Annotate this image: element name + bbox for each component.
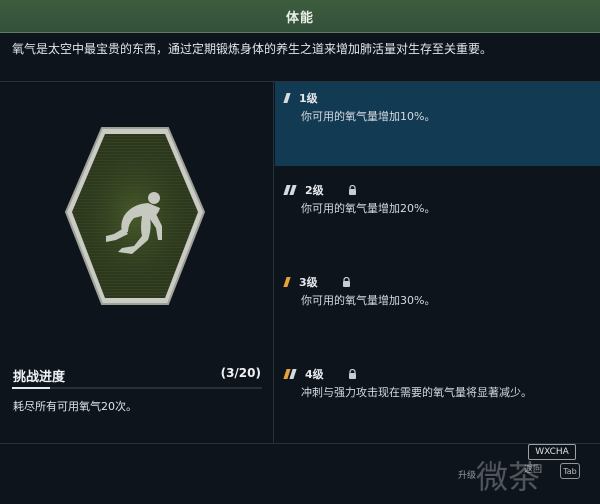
level-tick-icon (289, 369, 297, 379)
tab-key-icon[interactable]: Tab (560, 463, 580, 479)
challenge-progress-fill (12, 387, 50, 389)
level-tick-icon (289, 185, 297, 195)
skill-description: 氧气是太空中最宝贵的东西，通过定期锻炼身体的养生之道来增加肺活量对生存至关重要。 (12, 42, 493, 56)
back-hint[interactable]: 返回 (524, 462, 542, 475)
level-item-2[interactable]: 2级 你可用的氧气量增加20%。 (275, 174, 600, 258)
skill-panel: 体能 氧气是太空中最宝贵的东西，通过定期锻炼身体的养生之道来增加肺活量对生存至关… (0, 0, 600, 504)
challenge-count: (3/20) (220, 366, 261, 380)
level-item-3[interactable]: 3级 你可用的氧气量增加30%。 (275, 266, 600, 350)
skill-badge-icon (64, 127, 206, 305)
lock-icon (348, 185, 356, 195)
lock-icon (348, 369, 356, 379)
level-name: 3级 (299, 276, 318, 289)
challenge-description: 耗尽所有可用氧气20次。 (13, 400, 137, 413)
challenge-progress-bar (12, 387, 262, 389)
level-list: 1级 你可用的氧气量增加10%。 2级 你可用的氧气量增加20%。 3级 你可用… (275, 82, 600, 443)
challenge-title: 挑战进度 (13, 370, 66, 385)
level-description: 你可用的氧气量增加20%。 (301, 202, 436, 215)
level-item-1[interactable]: 1级 你可用的氧气量增加10%。 (275, 82, 600, 166)
level-header: 3级 (283, 274, 351, 290)
level-description: 你可用的氧气量增加30%。 (301, 294, 436, 307)
level-header: 2级 (283, 182, 357, 198)
level-header: 1级 (283, 90, 318, 106)
level-header: 4级 (283, 366, 357, 382)
level-name: 4级 (305, 368, 324, 381)
content-area: 挑战进度 (3/20) 耗尽所有可用氧气20次。 1级 你可用的氧气量增加10%… (0, 81, 600, 444)
title-bar: 体能 (0, 0, 600, 33)
level-description: 你可用的氧气量增加10%。 (301, 110, 436, 123)
level-name: 2级 (305, 184, 324, 197)
level-name: 1级 (299, 92, 318, 105)
upgrade-hint[interactable]: 升级 (458, 468, 476, 481)
lock-icon (342, 277, 350, 287)
watermark-badge: WXCHA (528, 444, 576, 460)
panel-title: 体能 (285, 10, 314, 26)
level-tick-icon (283, 93, 291, 103)
level-description: 冲刺与强力攻击现在需要的氧气量将显著减少。 (301, 386, 532, 399)
level-item-4[interactable]: 4级 冲刺与强力攻击现在需要的氧气量将显著减少。 (275, 358, 600, 442)
level-tick-icon (283, 277, 291, 287)
skill-overview: 挑战进度 (3/20) 耗尽所有可用氧气20次。 (0, 82, 274, 443)
